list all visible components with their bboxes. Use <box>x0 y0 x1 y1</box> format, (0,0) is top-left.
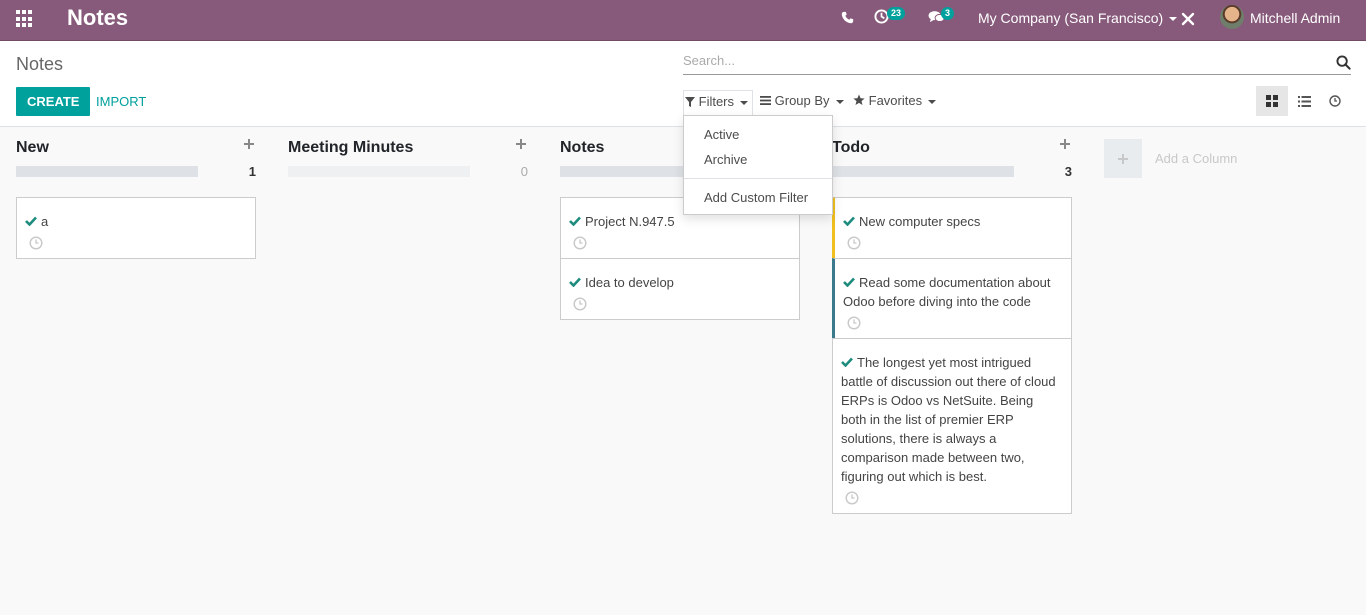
add-column-label: Add a Column <box>1155 151 1238 166</box>
favorites-label: Favorites <box>868 93 923 108</box>
kanban-view-button[interactable] <box>1256 86 1288 116</box>
kanban-card[interactable]: Idea to develop <box>560 258 800 320</box>
check-icon <box>569 216 581 226</box>
check-icon <box>843 216 855 226</box>
column-count: 1 <box>248 164 256 179</box>
clock-icon[interactable] <box>847 236 861 250</box>
add-custom-filter[interactable]: Add Custom Filter <box>704 190 808 205</box>
company-name: My Company (San Francisco) <box>978 10 1164 26</box>
card-title: The longest yet most intrigued battle of… <box>841 355 1056 484</box>
check-icon <box>841 357 853 367</box>
chevron-down-icon <box>740 100 749 105</box>
list-view-button[interactable] <box>1288 86 1320 116</box>
app-title: Notes <box>67 5 129 30</box>
card-title: New computer specs <box>859 214 981 229</box>
filter-archive[interactable]: Archive <box>704 152 747 167</box>
clock-icon[interactable] <box>845 491 859 505</box>
card-title: Project N.947.5 <box>585 214 675 229</box>
clock-icon[interactable] <box>573 297 587 311</box>
filters-button[interactable]: Filters <box>683 90 754 115</box>
plus-icon <box>1118 153 1128 164</box>
check-icon <box>843 277 855 287</box>
column-title: Meeting Minutes <box>288 139 414 156</box>
plus-icon[interactable] <box>242 137 256 151</box>
breadcrumb: Notes <box>16 54 64 74</box>
column-count: 3 <box>1064 164 1072 179</box>
user-avatar[interactable] <box>1220 5 1244 29</box>
column-count: 0 <box>520 164 528 179</box>
clock-icon[interactable] <box>573 236 587 250</box>
clock-icon <box>1329 95 1341 107</box>
apps-menu-icon[interactable] <box>16 10 34 28</box>
star-icon <box>853 94 865 105</box>
chevron-down-icon <box>835 99 844 104</box>
clock-icon[interactable] <box>847 316 861 330</box>
activity-badge: 23 <box>887 7 906 20</box>
activity-view-button[interactable] <box>1319 86 1351 116</box>
import-button[interactable]: IMPORT <box>96 94 146 109</box>
filters-dropdown: Active Archive Add Custom Filter <box>683 115 833 215</box>
kanban-card[interactable]: The longest yet most intrigued battle of… <box>832 338 1072 514</box>
dropdown-divider <box>684 178 832 179</box>
plus-icon[interactable] <box>1058 137 1072 151</box>
kanban-grid-icon <box>1266 95 1278 107</box>
user-menu[interactable]: Mitchell Admin <box>1250 10 1340 26</box>
search-input[interactable] <box>683 53 1323 68</box>
check-icon <box>569 277 581 287</box>
kanban-card[interactable]: New computer specs <box>832 197 1072 259</box>
column-progress-bar[interactable] <box>288 166 470 177</box>
clock-icon[interactable] <box>29 236 43 250</box>
filter-active[interactable]: Active <box>704 127 739 142</box>
card-title: Idea to develop <box>585 275 674 290</box>
column-title: New <box>16 139 49 156</box>
card-title: a <box>41 214 49 229</box>
messages-badge: 3 <box>941 7 955 20</box>
top-navbar: Notes 23 3 My Company (San Francisco) Mi… <box>0 0 1366 41</box>
funnel-icon <box>685 97 695 107</box>
filters-label: Filters <box>698 94 735 109</box>
kanban-card[interactable]: a <box>16 197 256 259</box>
column-progress-bar[interactable] <box>832 166 1014 177</box>
plus-icon[interactable] <box>514 137 528 151</box>
column-title: Todo <box>832 139 870 156</box>
column-progress-bar[interactable] <box>16 166 198 177</box>
search-icon[interactable] <box>1336 55 1351 73</box>
favorites-button[interactable]: Favorites <box>853 93 937 108</box>
group-by-label: Group By <box>774 93 830 108</box>
list-bars-icon <box>760 96 771 105</box>
list-icon <box>1297 95 1311 107</box>
check-icon <box>25 216 37 226</box>
create-button[interactable]: CREATE <box>16 87 91 116</box>
group-by-button[interactable]: Group By <box>760 93 844 108</box>
column-title: Notes <box>560 139 605 156</box>
kanban-card[interactable]: Read some documentation about Odoo befor… <box>832 258 1072 339</box>
debug-tools-icon[interactable] <box>1181 12 1195 29</box>
search-bar <box>683 53 1351 75</box>
chevron-down-icon <box>1169 17 1178 22</box>
company-switcher[interactable]: My Company (San Francisco) <box>978 10 1178 26</box>
chevron-down-icon <box>928 99 937 104</box>
card-title: Read some documentation about Odoo befor… <box>843 275 1051 309</box>
phone-icon[interactable] <box>841 11 854 27</box>
